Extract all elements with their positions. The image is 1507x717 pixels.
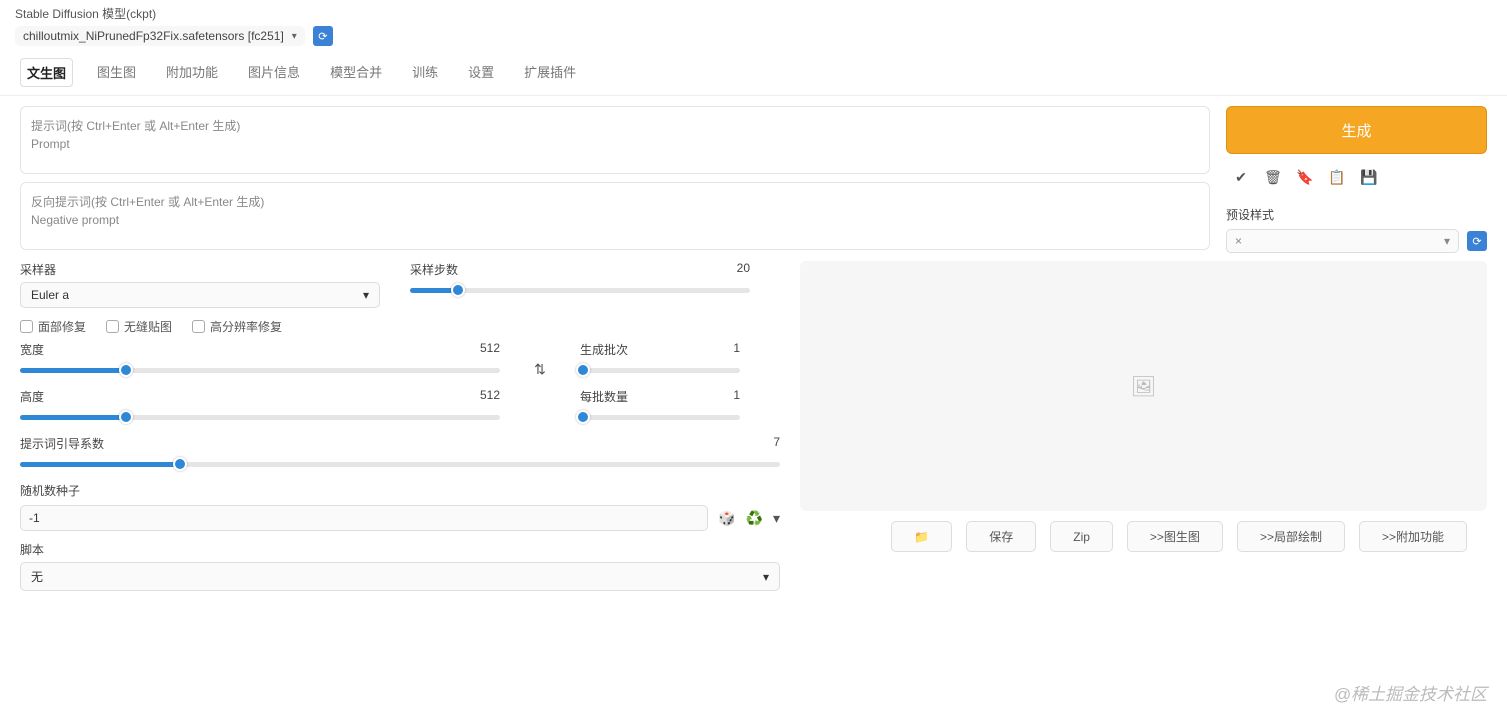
watermark: @稀土掘金技术社区 <box>1334 680 1487 705</box>
batch-count-value: 1 <box>733 341 740 358</box>
tab-merge[interactable]: 模型合并 <box>324 58 388 87</box>
chevron-down-icon: ▾ <box>292 31 297 42</box>
model-checkpoint-select[interactable]: chilloutmix_NiPrunedFp32Fix.safetensors … <box>15 26 305 46</box>
tab-extensions[interactable]: 扩展插件 <box>518 58 582 87</box>
restore-faces-label: 面部修复 <box>38 318 86 335</box>
sampling-steps-value: 20 <box>737 261 750 278</box>
height-slider[interactable] <box>20 409 500 425</box>
dice-icon[interactable]: 🎲 <box>718 510 735 527</box>
image-placeholder-icon: 🖼 <box>1131 374 1156 399</box>
tiling-label: 无缝贴图 <box>124 318 172 335</box>
tab-train[interactable]: 训练 <box>406 58 444 87</box>
chevron-down-icon: ▾ <box>1444 234 1450 248</box>
batch-count-slider[interactable] <box>580 362 740 378</box>
cfg-scale-label: 提示词引导系数 <box>20 435 104 452</box>
sampling-steps-slider[interactable] <box>410 282 750 298</box>
model-name: chilloutmix_NiPrunedFp32Fix.safetensors … <box>23 29 284 43</box>
output-gallery: 🖼 <box>800 261 1487 511</box>
batch-size-value: 1 <box>733 388 740 405</box>
refresh-model-button[interactable]: ⟳ <box>313 26 333 46</box>
cfg-scale-value: 7 <box>773 435 780 452</box>
seed-input[interactable]: -1 <box>20 505 708 531</box>
save-button[interactable]: 保存 <box>966 521 1036 552</box>
zip-button[interactable]: Zip <box>1050 521 1113 552</box>
width-slider[interactable] <box>20 362 500 378</box>
script-value: 无 <box>31 568 43 585</box>
open-folder-button[interactable]: 📁 <box>891 521 952 552</box>
width-label: 宽度 <box>20 341 44 358</box>
height-label: 高度 <box>20 388 44 405</box>
refresh-icon: ⟳ <box>1472 235 1481 248</box>
prompt-input[interactable]: 提示词(按 Ctrl+Enter 或 Alt+Enter 生成) Prompt <box>20 106 1210 174</box>
script-select[interactable]: 无 ▾ <box>20 562 780 591</box>
style-select[interactable]: × ▾ <box>1226 229 1459 253</box>
send-img2img-button[interactable]: >>图生图 <box>1127 521 1223 552</box>
hires-fix-label: 高分辨率修复 <box>210 318 282 335</box>
main-tabs: 文生图 图生图 附加功能 图片信息 模型合并 训练 设置 扩展插件 <box>0 46 1507 96</box>
tab-txt2img[interactable]: 文生图 <box>20 58 73 87</box>
seed-label: 随机数种子 <box>20 482 780 499</box>
sampler-method-value: Euler a <box>31 288 69 302</box>
generate-button[interactable]: 生成 <box>1226 106 1487 154</box>
batch-count-label: 生成批次 <box>580 341 628 358</box>
width-value: 512 <box>480 341 500 358</box>
tab-pnginfo[interactable]: 图片信息 <box>242 58 306 87</box>
save-preset-icon[interactable]: 💾 <box>1360 168 1378 186</box>
chevron-down-icon: ▾ <box>763 570 769 584</box>
cfg-scale-slider[interactable] <box>20 456 780 472</box>
swap-dimensions-button[interactable]: ⇅ <box>534 361 546 378</box>
apply-icon[interactable]: ✔ <box>1232 168 1250 186</box>
tab-img2img[interactable]: 图生图 <box>91 58 142 87</box>
clipboard-icon[interactable]: 📋 <box>1328 168 1346 186</box>
style-label: 预设样式 <box>1226 206 1487 223</box>
restore-faces-checkbox[interactable]: 面部修复 <box>20 318 86 335</box>
hires-fix-checkbox[interactable]: 高分辨率修复 <box>192 318 282 335</box>
chevron-down-icon: ▾ <box>363 288 369 302</box>
tab-extras[interactable]: 附加功能 <box>160 58 224 87</box>
negative-prompt-input[interactable]: 反向提示词(按 Ctrl+Enter 或 Alt+Enter 生成) Negat… <box>20 182 1210 250</box>
batch-size-label: 每批数量 <box>580 388 628 405</box>
sampling-steps-label: 采样步数 <box>410 261 458 278</box>
bookmark-icon[interactable]: 🔖 <box>1296 168 1314 186</box>
send-inpaint-button[interactable]: >>局部绘制 <box>1237 521 1345 552</box>
send-extras-button[interactable]: >>附加功能 <box>1359 521 1467 552</box>
trash-icon[interactable]: 🗑 <box>1264 168 1282 186</box>
style-placeholder: × <box>1235 234 1242 248</box>
header-title: Stable Diffusion 模型(ckpt) <box>15 5 1492 22</box>
height-value: 512 <box>480 388 500 405</box>
tab-settings[interactable]: 设置 <box>462 58 500 87</box>
batch-size-slider[interactable] <box>580 409 740 425</box>
refresh-style-button[interactable]: ⟳ <box>1467 231 1487 251</box>
sampler-method-select[interactable]: Euler a ▾ <box>20 282 380 308</box>
tiling-checkbox[interactable]: 无缝贴图 <box>106 318 172 335</box>
recycle-icon[interactable]: ♻️ <box>746 510 763 527</box>
sampler-method-label: 采样器 <box>20 261 56 278</box>
extra-seed-toggle[interactable]: ▾ <box>773 510 780 527</box>
refresh-icon: ⟳ <box>318 30 327 43</box>
script-label: 脚本 <box>20 541 780 558</box>
